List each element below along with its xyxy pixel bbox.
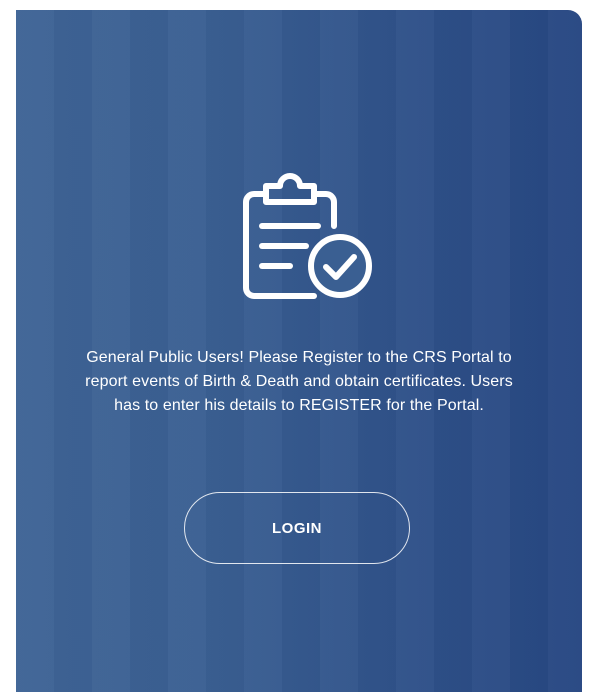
page: General Public Users! Please Register to… [0, 0, 590, 692]
clipboard-check-icon [228, 164, 378, 304]
login-button[interactable]: LOGIN [184, 492, 410, 564]
registration-card: General Public Users! Please Register to… [16, 10, 582, 692]
registration-message: General Public Users! Please Register to… [85, 349, 513, 414]
